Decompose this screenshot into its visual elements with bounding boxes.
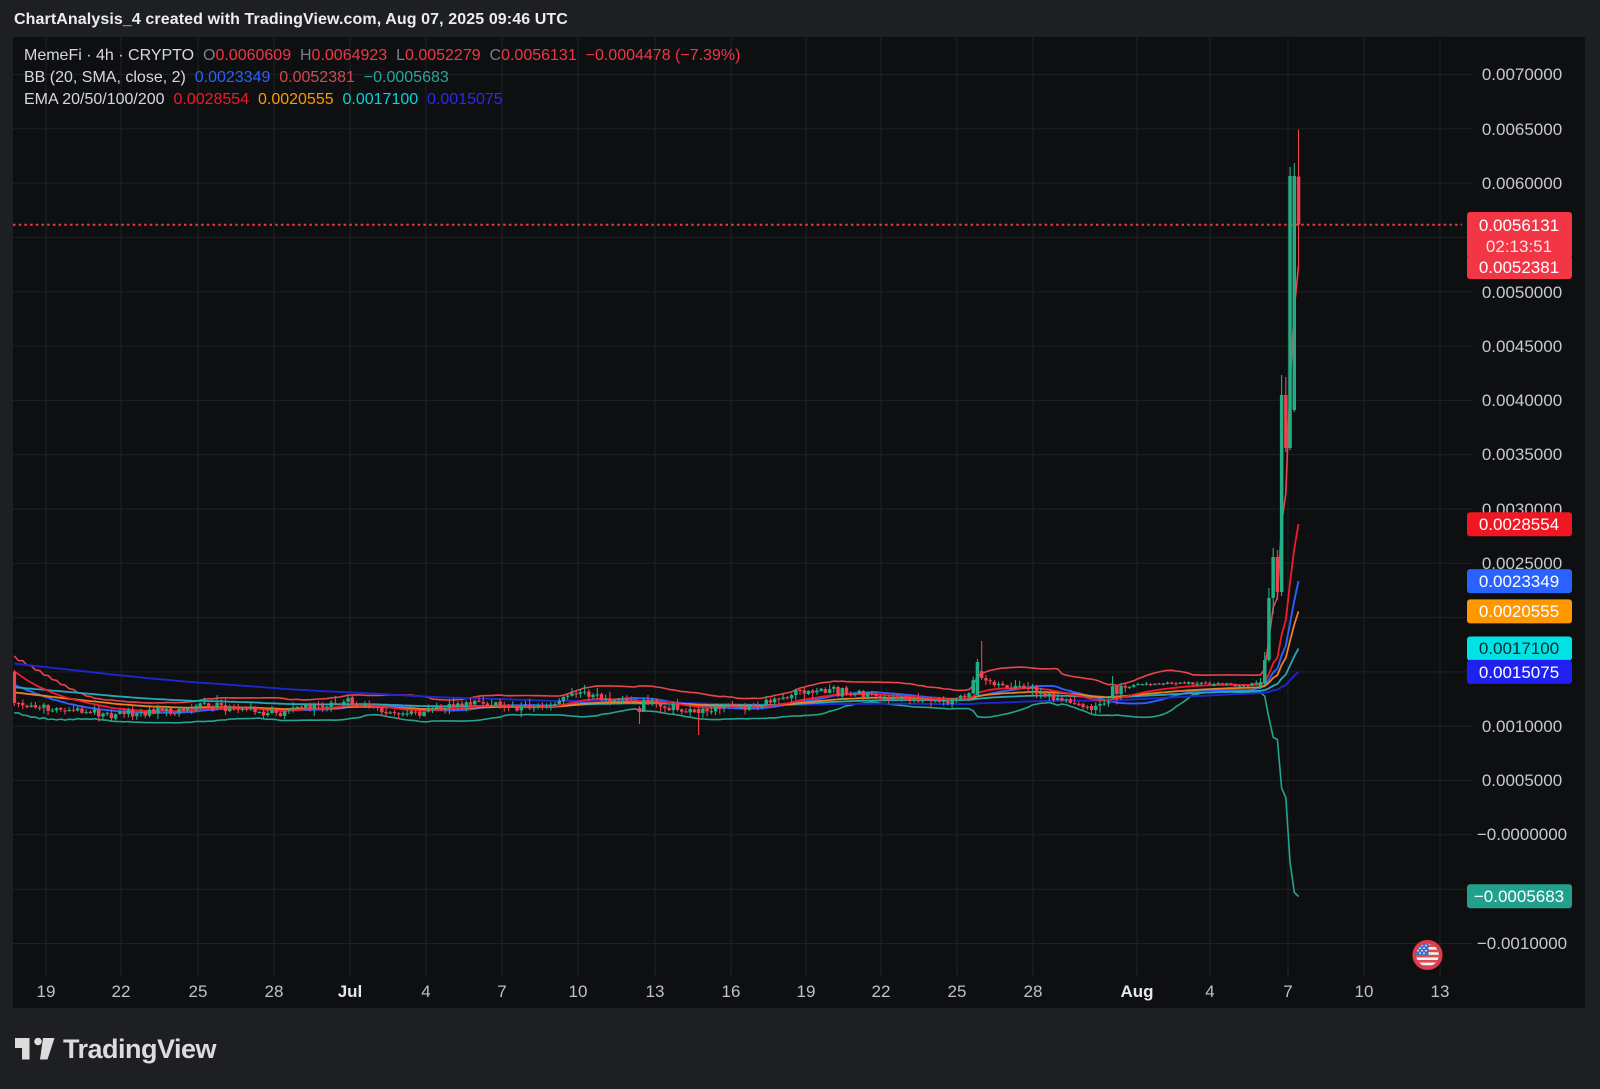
svg-text:TradingView: TradingView — [63, 1034, 218, 1064]
